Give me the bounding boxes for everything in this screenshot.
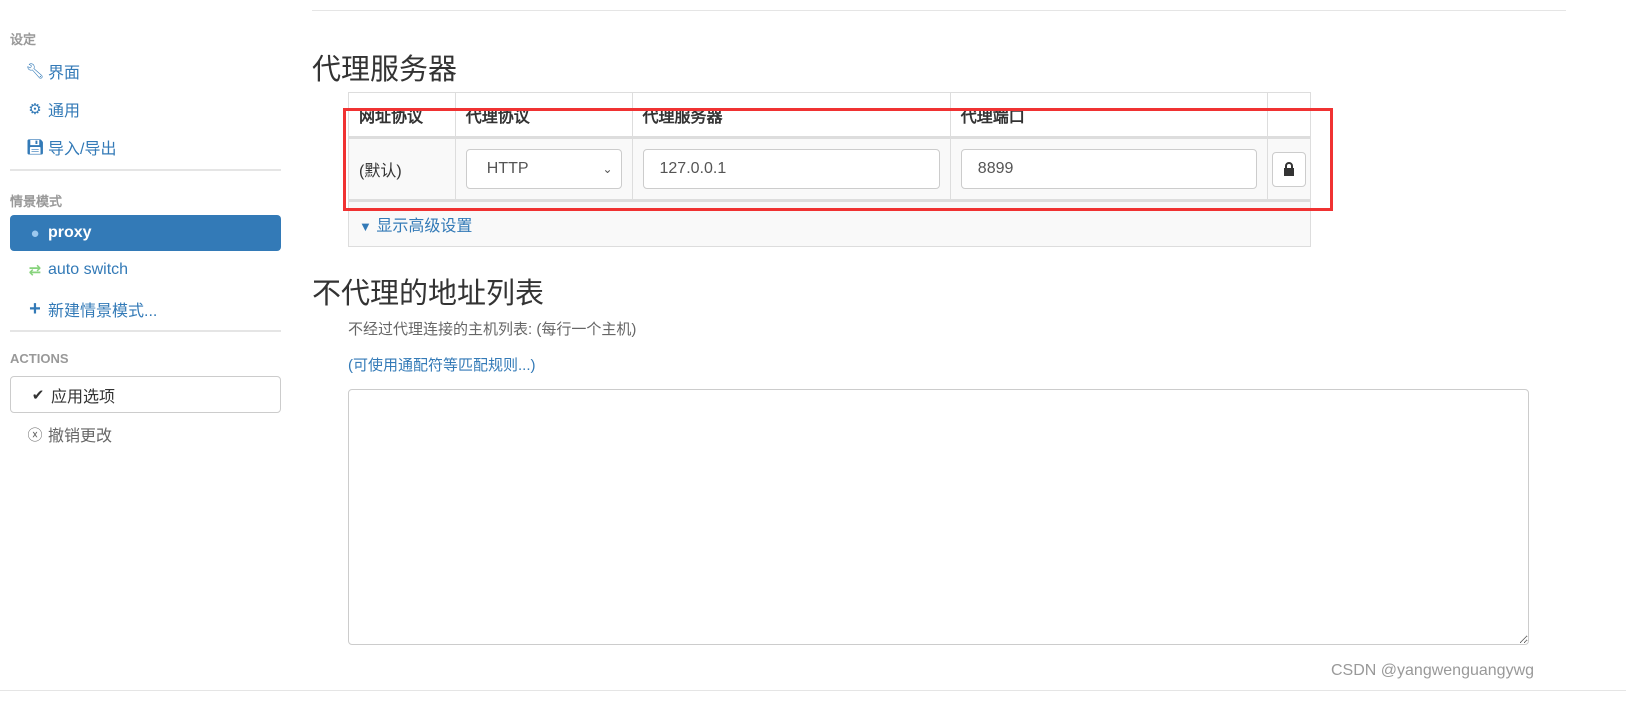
advanced-label: 显示高级设置: [376, 218, 473, 235]
proxy-server-title: 代理服务器: [312, 54, 458, 86]
x-circle-icon: ⓧ: [27, 426, 43, 444]
top-divider: [312, 10, 1566, 11]
sidebar-item-label: 通用: [48, 103, 81, 120]
bypass-help-text: 不经过代理连接的主机列表: (每行一个主机): [348, 321, 637, 338]
sidebar-item-label: auto switch: [48, 261, 129, 278]
floppy-import-icon: 💾︎: [25, 139, 45, 156]
settings-header: 设定: [10, 32, 37, 47]
sidebar-item-import-export[interactable]: 💾︎ 导入/导出: [10, 129, 281, 165]
sidebar-item-ui[interactable]: 🔧︎ 界面: [10, 53, 281, 89]
profiles-header: 情景模式: [10, 194, 63, 209]
sidebar-item-label: 新建情景模式...: [48, 303, 158, 320]
bypass-list-title: 不代理的地址列表: [312, 278, 545, 310]
retweet-icon: ⇄: [28, 262, 42, 279]
sidebar-item-new-profile[interactable]: + 新建情景模式...: [10, 291, 281, 327]
sidebar-item-auto-switch[interactable]: ⇄ auto switch: [10, 252, 281, 288]
chevron-down-icon: ▼: [359, 219, 372, 234]
sidebar-item-label: 导入/导出: [48, 141, 117, 158]
sidebar-item-proxy[interactable]: ● proxy: [10, 215, 281, 251]
sidebar-item-general[interactable]: ⚙ 通用: [10, 91, 281, 127]
check-circle-icon: ✔: [31, 386, 45, 404]
sidebar-item-label: 界面: [48, 65, 81, 82]
discard-label: 撤销更改: [48, 428, 113, 445]
bypass-list-textarea[interactable]: [348, 389, 1529, 645]
gear-icon: ⚙: [28, 101, 42, 118]
bottom-divider: [0, 690, 1626, 691]
highlight-box: [343, 108, 1333, 211]
wrench-icon: 🔧︎: [25, 63, 45, 80]
divider: [10, 169, 281, 171]
discard-changes-button[interactable]: ⓧ 撤销更改: [10, 416, 281, 452]
globe-icon: ●: [30, 224, 40, 242]
apply-options-button[interactable]: ✔ 应用选项: [10, 376, 281, 413]
plus-icon: +: [29, 297, 41, 320]
sidebar-item-label: proxy: [48, 224, 92, 241]
divider: [10, 330, 281, 332]
wildcard-rules-link[interactable]: (可使用通配符等匹配规则...): [348, 354, 536, 375]
actions-header: ACTIONS: [10, 351, 69, 366]
watermark: CSDN @yangwenguangywg: [1331, 662, 1535, 679]
apply-label: 应用选项: [51, 388, 116, 406]
